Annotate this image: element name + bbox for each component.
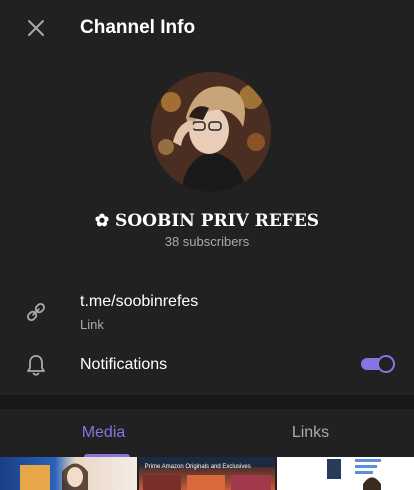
notifications-label: Notifications [80, 356, 168, 373]
section-divider [0, 395, 414, 409]
media-tabs: Media Links [0, 409, 414, 457]
tab-media[interactable]: Media [0, 409, 207, 457]
channel-info-panel: Channel Info ✿ SOOBIN PRIV REFES 38 subs… [0, 0, 414, 490]
channel-name: ✿ SOOBIN PRIV REFES [94, 211, 320, 231]
media-grid: Prime Amazon Originals and Exclusives [0, 457, 414, 490]
media-thumbnail[interactable] [0, 457, 137, 490]
channel-link[interactable]: t.me/soobinrefes [80, 293, 198, 311]
notifications-toggle[interactable] [361, 354, 395, 374]
media-thumbnail[interactable]: Prime Amazon Originals and Exclusives [138, 457, 276, 490]
tab-links[interactable]: Links [207, 409, 414, 457]
bell-icon [23, 352, 49, 378]
thumbnail-image [20, 463, 88, 490]
media-thumbnail[interactable] [277, 457, 414, 490]
link-icon [23, 299, 49, 325]
channel-avatar[interactable] [151, 72, 271, 192]
toggle-knob [377, 355, 395, 373]
avatar-photo [151, 72, 271, 192]
thumbnail-image [327, 459, 382, 490]
header: Channel Info [0, 0, 414, 56]
close-icon [28, 20, 44, 36]
page-title: Channel Info [80, 17, 196, 38]
subscriber-count: 38 subscribers [164, 234, 250, 249]
thumbnail-image [142, 475, 271, 490]
close-button[interactable] [20, 12, 52, 44]
link-label: Link [80, 317, 104, 332]
